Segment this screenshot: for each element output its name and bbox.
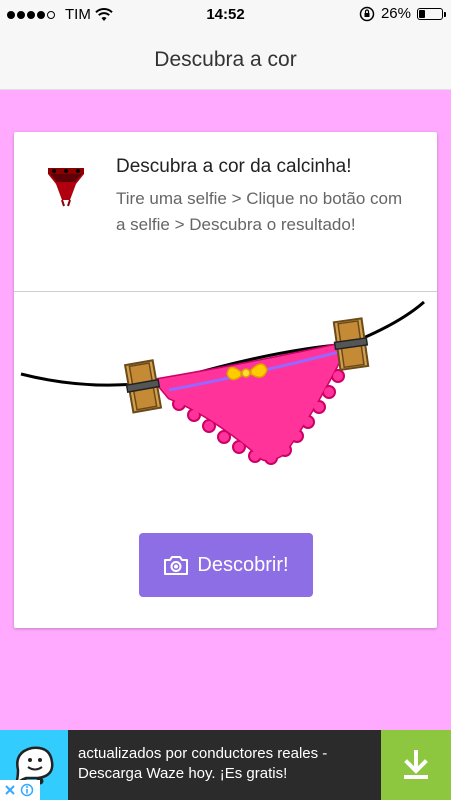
battery-icon (417, 7, 446, 20)
discover-button[interactable]: Descobrir! (139, 533, 313, 597)
ad-close-controls (0, 780, 40, 800)
card-title: Descubra a cor da calcinha! (116, 156, 352, 177)
ad-banner[interactable]: actualizados por conductores reales - De… (0, 730, 451, 800)
panty-thumbnail-icon (48, 168, 84, 207)
card-header: Descubra a cor da calcinha! Tire uma sel… (14, 132, 437, 292)
left-clothespin-icon (123, 359, 163, 414)
status-right: 26% (359, 5, 446, 22)
camera-icon (164, 556, 189, 575)
download-icon (404, 750, 428, 779)
main-card: Descubra a cor da calcinha! Tire uma sel… (14, 132, 437, 628)
card-description: Tire uma selfie > Clique no botão com a … (116, 189, 403, 234)
status-bar: TIM 14:52 26% (0, 0, 451, 30)
close-icon[interactable] (4, 784, 16, 796)
ad-text[interactable]: actualizados por conductores reales - De… (78, 744, 378, 784)
nav-bar: Descubra a cor (0, 30, 451, 90)
panty-clothesline-illustration (20, 300, 425, 465)
discover-button-label: Descobrir! (197, 553, 289, 576)
page-title: Descubra a cor (154, 47, 297, 71)
info-icon[interactable] (20, 783, 34, 797)
download-button[interactable] (381, 730, 451, 800)
battery-percent: 26% (380, 5, 411, 22)
orientation-lock-icon (359, 6, 375, 21)
